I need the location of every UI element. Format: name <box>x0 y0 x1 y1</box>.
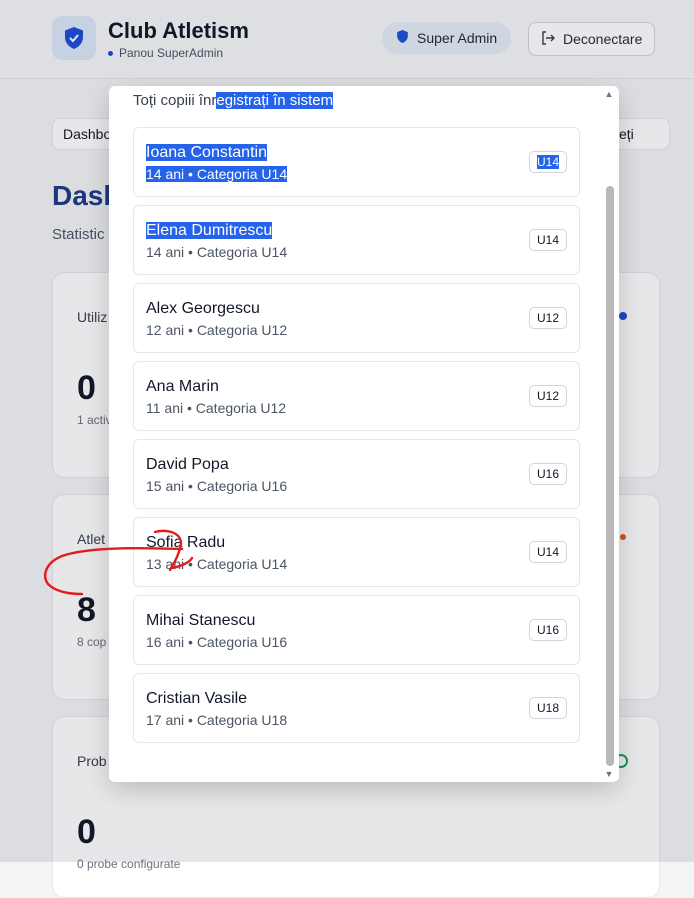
category-badge: U12 <box>528 307 567 329</box>
category-badge-text: U14 <box>536 155 559 169</box>
child-name-text: Ioana Constantin <box>146 144 267 161</box>
scroll-down-arrow-icon[interactable]: ▼ <box>604 769 614 779</box>
list-item[interactable]: Cristian Vasile 17 ani • Categoria U18 U… <box>133 673 580 743</box>
child-name: Cristian Vasile <box>146 690 248 707</box>
child-name: Elena Dumitrescu <box>146 222 273 240</box>
category-badge: U14 <box>528 229 567 251</box>
category-badge: U16 <box>528 463 567 485</box>
child-name: Mihai Stanescu <box>146 612 256 629</box>
category-badge: U14 <box>528 541 567 563</box>
child-name: Sofia Radu <box>146 534 226 551</box>
list-item[interactable]: Ioana Constantin 14 ani • Categoria U14 … <box>133 127 580 197</box>
child-name: Ioana Constantin <box>146 144 267 162</box>
category-badge: U16 <box>528 619 567 641</box>
modal-subtitle-plain: Toți copiii înr <box>133 92 217 109</box>
category-badge: U18 <box>528 697 567 719</box>
child-meta: 13 ani • Categoria U14 <box>146 556 288 572</box>
category-badge: U14 <box>528 151 567 173</box>
child-meta: 16 ani • Categoria U16 <box>146 634 288 650</box>
list-item[interactable]: Alex Georgescu 12 ani • Categoria U12 U1… <box>133 283 580 353</box>
scrollbar-thumb[interactable] <box>606 186 614 766</box>
child-meta: 15 ani • Categoria U16 <box>146 478 288 494</box>
child-meta: 11 ani • Categoria U12 <box>146 400 287 416</box>
list-item[interactable]: Ana Marin 11 ani • Categoria U12 U12 <box>133 361 580 431</box>
scrollbar[interactable]: ▲ ▼ <box>603 86 617 782</box>
child-name: Ana Marin <box>146 378 219 395</box>
child-meta: 14 ani • Categoria U14 <box>146 166 288 182</box>
modal-subtitle: Toți copiii înregistrați în sistem <box>133 92 334 109</box>
list-item[interactable]: David Popa 15 ani • Categoria U16 U16 <box>133 439 580 509</box>
scroll-up-arrow-icon[interactable]: ▲ <box>604 89 614 99</box>
list-item[interactable]: Mihai Stanescu 16 ani • Categoria U16 U1… <box>133 595 580 665</box>
child-name-text: Elena Dumitrescu <box>146 222 273 239</box>
list-item[interactable]: Sofia Radu 13 ani • Categoria U14 U14 <box>133 517 580 587</box>
child-name: Alex Georgescu <box>146 300 260 317</box>
children-modal: Toți copiii înregistrați în sistem Ioana… <box>109 86 619 782</box>
category-badge: U12 <box>528 385 567 407</box>
modal-subtitle-selected: egistrați în sistem <box>216 92 334 109</box>
child-meta: 12 ani • Categoria U12 <box>146 322 288 338</box>
child-meta-text: 14 ani • Categoria U14 <box>146 166 288 182</box>
list-item[interactable]: Elena Dumitrescu 14 ani • Categoria U14 … <box>133 205 580 275</box>
child-name: David Popa <box>146 456 229 473</box>
child-meta: 14 ani • Categoria U14 <box>146 244 288 260</box>
child-meta: 17 ani • Categoria U18 <box>146 712 288 728</box>
